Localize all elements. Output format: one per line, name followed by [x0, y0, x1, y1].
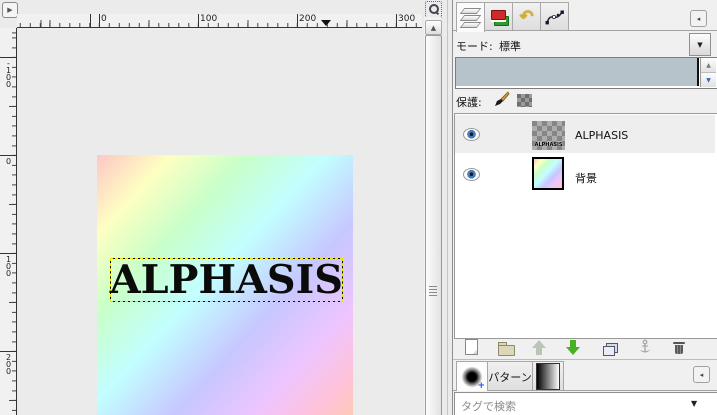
- visibility-eye-icon[interactable]: [463, 128, 480, 141]
- scroll-up-icon: ▲: [430, 23, 437, 32]
- opacity-spin-up-button[interactable]: ▲: [700, 58, 716, 72]
- lower-layer-button[interactable]: [563, 337, 583, 357]
- ruler-corner-menu-button[interactable]: ▶: [2, 2, 18, 18]
- tab-channels[interactable]: [484, 2, 513, 31]
- tab-patterns[interactable]: パターン: [487, 361, 533, 391]
- dock-menu-icon: ◂: [699, 370, 704, 379]
- dropdown-icon: ▼: [697, 40, 703, 49]
- thumbnail-text: ALPHASIS: [534, 142, 563, 148]
- h-ruler-label: 0: [101, 14, 107, 24]
- h-ruler-label: 200: [299, 14, 317, 24]
- mode-label: モード:: [456, 40, 493, 53]
- delete-layer-button[interactable]: [669, 337, 689, 357]
- v-ruler-label: 100: [4, 255, 13, 276]
- ruler-position-marker: [321, 20, 331, 26]
- lock-pixels-button[interactable]: [493, 91, 510, 108]
- layers-dock: ↶ ◂ モード: 標準 ▼ ▲ ▼ 保護: ALPHASIS ALPHASIS …: [452, 0, 717, 415]
- horizontal-ruler[interactable]: 0 100 200 300: [17, 14, 422, 28]
- dock-menu-button[interactable]: ◂: [690, 10, 707, 27]
- tabs-divider: [453, 30, 717, 31]
- tag-search-dropdown-icon[interactable]: ▼: [691, 399, 697, 408]
- opacity-slider-handle[interactable]: [697, 58, 699, 86]
- layer-name[interactable]: ALPHASIS: [575, 129, 628, 142]
- lock-label: 保護:: [456, 96, 482, 109]
- spin-down-icon: ▼: [706, 76, 711, 84]
- scrollbar-grip: [429, 286, 437, 296]
- bottom-dock-menu-button[interactable]: ◂: [693, 366, 710, 383]
- new-layer-button[interactable]: [461, 337, 481, 357]
- undo-arrow-icon: ↶: [519, 7, 534, 27]
- lock-alpha-button[interactable]: [517, 94, 532, 107]
- tab-gradients[interactable]: [532, 361, 564, 391]
- zoom-fit-toggle-button[interactable]: [425, 1, 442, 18]
- paths-icon: [545, 10, 564, 25]
- patterns-tab-label: パターン: [488, 370, 532, 384]
- v-ruler-label: 0: [4, 157, 13, 164]
- layer-row-alphasis[interactable]: ALPHASIS ALPHASIS: [455, 115, 715, 153]
- magnifier-handle: [434, 10, 440, 16]
- duplicate-icon: [600, 339, 618, 356]
- v-ruler-label: 200: [4, 353, 13, 374]
- opacity-slider[interactable]: [456, 58, 699, 86]
- mode-value: 標準: [499, 40, 521, 53]
- tag-search-placeholder: タグで検索: [461, 400, 516, 413]
- paintbrush-icon: [495, 91, 510, 106]
- folder-icon: [496, 339, 515, 356]
- layer-thumbnail[interactable]: ALPHASIS: [532, 121, 565, 150]
- corner-menu-icon: ▶: [7, 6, 13, 14]
- layers-stack-icon: [459, 7, 482, 29]
- dock-divider: [453, 359, 717, 360]
- h-ruler-label: 300: [398, 14, 416, 24]
- spin-up-icon: ▲: [706, 61, 711, 69]
- opacity-spin-down-button[interactable]: ▼: [700, 72, 716, 87]
- new-layer-icon: [464, 339, 478, 355]
- tab-paths[interactable]: [540, 2, 569, 31]
- gradient-icon: [536, 363, 560, 390]
- gimp-window: ▶ 0 100 200 300 -100 0 100 200 ALPHASIS …: [0, 0, 717, 415]
- bottom-tabs-divider: [453, 390, 717, 391]
- canvas-text: ALPHASIS: [109, 257, 344, 303]
- layer-row-background[interactable]: 背景: [455, 153, 715, 195]
- layer-list: ALPHASIS ALPHASIS 背景: [454, 113, 717, 339]
- layer-toolbar: [453, 337, 717, 359]
- duplicate-layer-button[interactable]: [599, 337, 619, 357]
- selection-marching-ants[interactable]: ALPHASIS: [110, 258, 343, 302]
- tab-undo-history[interactable]: ↶: [512, 2, 541, 31]
- lower-arrow-icon: [566, 339, 580, 355]
- dock-splitter[interactable]: [447, 0, 448, 415]
- channels-icon: [490, 8, 509, 26]
- scrollbar-up-button[interactable]: ▲: [425, 20, 442, 35]
- anchor-layer-button[interactable]: [635, 337, 655, 357]
- layer-thumbnail[interactable]: [532, 157, 564, 190]
- h-ruler-label: 100: [200, 14, 218, 24]
- v-ruler-label: -100: [4, 59, 13, 87]
- visibility-eye-icon[interactable]: [463, 168, 480, 181]
- scrollbar-thumb[interactable]: [425, 35, 442, 415]
- layer-name[interactable]: 背景: [575, 170, 597, 186]
- anchor-icon: [639, 339, 651, 353]
- vertical-ruler[interactable]: -100 0 100 200: [0, 28, 17, 415]
- tab-brushes[interactable]: +: [456, 361, 488, 391]
- raise-layer-button[interactable]: [529, 337, 549, 357]
- raise-arrow-icon: [532, 339, 546, 355]
- new-group-button[interactable]: [495, 337, 515, 357]
- brush-icon: +: [461, 365, 485, 391]
- dock-menu-icon: ◂: [696, 14, 701, 23]
- brush-plus-icon: +: [477, 380, 485, 391]
- trash-icon: [669, 338, 689, 356]
- tab-layers[interactable]: [456, 2, 485, 32]
- mode-dropdown-button[interactable]: ▼: [689, 33, 711, 56]
